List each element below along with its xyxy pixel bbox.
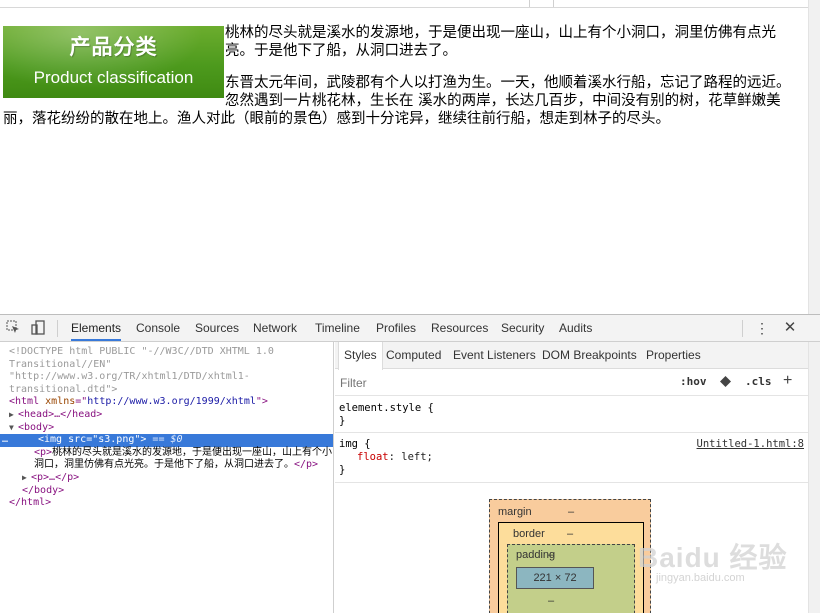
html-attr-eq: =" xyxy=(75,396,88,408)
page-scrollbar[interactable] xyxy=(808,0,820,314)
close-devtools-icon[interactable]: ✕ xyxy=(781,319,799,337)
html-open-tag: <html xyxy=(9,396,40,408)
body-close-node[interactable]: </body> xyxy=(0,485,333,498)
page-content: 产品分类 Product classification 桃林的尽头就是溪水的发源… xyxy=(3,24,795,142)
device-mode-icon[interactable] xyxy=(29,320,46,337)
banner-subtitle: Product classification xyxy=(33,68,194,87)
baidu-watermark: Baidu 经验 xyxy=(638,542,788,573)
expand-triangle-icon[interactable]: ▶ xyxy=(9,409,18,422)
html-attr-close: "> xyxy=(255,396,268,408)
devtools-toolbar: Elements Console Sources Network Timelin… xyxy=(0,315,820,342)
baidu-watermark-url: jingyan.baidu.com xyxy=(656,572,745,584)
rendered-page: 产品分类 Product classification 桃林的尽头就是溪水的发源… xyxy=(0,0,808,314)
margin-label: margin xyxy=(498,506,532,518)
expand-triangle-icon[interactable]: ▶ xyxy=(22,472,31,485)
doctype-node[interactable]: <!DOCTYPE html PUBLIC "-//W3C//DTD XHTML… xyxy=(0,346,300,396)
padding-bottom-value[interactable]: – xyxy=(548,595,554,607)
body-close-tag: </body> xyxy=(22,484,65,496)
subtab-dom-breakpoints[interactable]: DOM Breakpoints xyxy=(537,342,642,369)
banner-title: 产品分类 xyxy=(69,35,158,59)
border-label: border xyxy=(513,528,545,540)
styles-subtabs: Styles Computed Event Listeners DOM Brea… xyxy=(335,342,808,370)
padding-top-value[interactable]: – xyxy=(548,549,554,561)
tab-resources[interactable]: Resources xyxy=(431,315,488,341)
product-classification-banner[interactable]: 产品分类 Product classification xyxy=(3,26,224,98)
margin-top-value[interactable]: – xyxy=(568,506,574,518)
box-model-diagram: margin – border – padding – 221 × 72 – xyxy=(489,499,651,613)
inspect-element-icon[interactable] xyxy=(4,320,21,337)
new-style-rule-button[interactable]: + xyxy=(783,372,792,390)
p-text-content: 桃林的尽头就是溪水的发源地，于是便出现一座山，山上有个小洞口，洞里仿佛有点光亮。… xyxy=(34,446,333,471)
head-node[interactable]: ▶ <head>…</head> xyxy=(0,409,333,422)
tab-audits[interactable]: Audits xyxy=(559,315,592,341)
tab-profiles[interactable]: Profiles xyxy=(376,315,416,341)
html-close-tag: </html> xyxy=(9,497,52,509)
tab-security[interactable]: Security xyxy=(501,315,544,341)
styles-filter-input[interactable] xyxy=(338,374,538,392)
box-model-padding[interactable]: padding – 221 × 72 – xyxy=(507,544,635,613)
elements-dom-tree: <!DOCTYPE html PUBLIC "-//W3C//DTD XHTML… xyxy=(0,342,334,613)
img-open-tag: <img xyxy=(38,434,63,446)
selected-node-marker: == $0 xyxy=(146,434,183,446)
rule-source-link[interactable]: Untitled-1.html:8 xyxy=(697,438,804,451)
collapse-triangle-icon[interactable]: ▼ xyxy=(9,422,18,435)
border-top-value[interactable]: – xyxy=(567,528,573,540)
top-strip-divider xyxy=(553,0,554,7)
p-open-tag: <p> xyxy=(34,446,53,458)
rendering-paint-icon[interactable] xyxy=(719,375,733,389)
more-options-icon[interactable]: ⋮ xyxy=(754,320,770,337)
rule-close: } xyxy=(339,415,346,427)
tab-elements[interactable]: Elements xyxy=(71,315,122,341)
body-open-tag: <body> xyxy=(18,421,55,433)
page-top-strip xyxy=(0,0,808,8)
styles-scrollbar[interactable] xyxy=(808,342,820,613)
head-tag: <head>…</head> xyxy=(18,408,103,420)
p-close-tag: </p> xyxy=(294,459,319,471)
box-model-border[interactable]: border – padding – 221 × 72 – xyxy=(498,522,644,613)
img-attr-close: "> xyxy=(134,434,147,446)
property-value[interactable]: left; xyxy=(401,451,433,463)
element-style-rule[interactable]: element.style { } xyxy=(335,397,808,433)
html-close-node[interactable]: </html> xyxy=(0,497,333,510)
property-name[interactable]: float xyxy=(357,451,389,463)
html-attr-name: xmlns xyxy=(39,396,76,408)
subtab-styles[interactable]: Styles xyxy=(338,342,383,370)
rule-selector: element.style { xyxy=(339,402,434,414)
tab-sources[interactable]: Sources xyxy=(195,315,239,341)
html-node[interactable]: <html xmlns="http://www.w3.org/1999/xhtm… xyxy=(0,396,333,409)
tab-timeline[interactable]: Timeline xyxy=(315,315,360,341)
top-strip-divider xyxy=(529,0,530,7)
node-actions-icon[interactable]: … xyxy=(2,434,8,447)
img-src-value: s3.png xyxy=(98,434,135,446)
toolbar-divider xyxy=(57,320,58,337)
box-model-content[interactable]: 221 × 72 xyxy=(516,567,594,589)
toolbar-divider xyxy=(742,320,743,337)
p2-tag: <p>…</p> xyxy=(31,471,80,483)
subtab-computed[interactable]: Computed xyxy=(381,342,446,369)
box-model-margin[interactable]: margin – border – padding – 221 × 72 – xyxy=(489,499,651,613)
img-attr-eq: =" xyxy=(86,434,99,446)
p-node[interactable]: <p>桃林的尽头就是溪水的发源地，于是便出现一座山，山上有个小洞口，洞里仿佛有点… xyxy=(0,447,333,472)
rule-close: } xyxy=(339,464,346,476)
img-style-rule[interactable]: img { float: left; } Untitled-1.html:8 xyxy=(335,433,808,483)
body-node[interactable]: ▼ <body> xyxy=(0,422,333,435)
hover-state-toggle[interactable]: :hov xyxy=(680,375,707,388)
p2-node[interactable]: ▶ <p>…</p> xyxy=(0,472,333,485)
img-node-selected[interactable]: … <img src="s3.png"> == $0 xyxy=(0,434,333,447)
img-attr-name: src xyxy=(62,434,87,446)
tab-network[interactable]: Network xyxy=(253,315,297,341)
html-attr-value: http://www.w3.org/1999/xhtml xyxy=(87,396,256,408)
float-declaration[interactable]: float: left; xyxy=(339,451,804,464)
subtab-event-listeners[interactable]: Event Listeners xyxy=(448,342,541,369)
tab-console[interactable]: Console xyxy=(136,315,180,341)
subtab-properties[interactable]: Properties xyxy=(641,342,706,369)
class-toggle[interactable]: .cls xyxy=(745,375,772,388)
styles-filter-row: :hov .cls + xyxy=(335,370,808,396)
